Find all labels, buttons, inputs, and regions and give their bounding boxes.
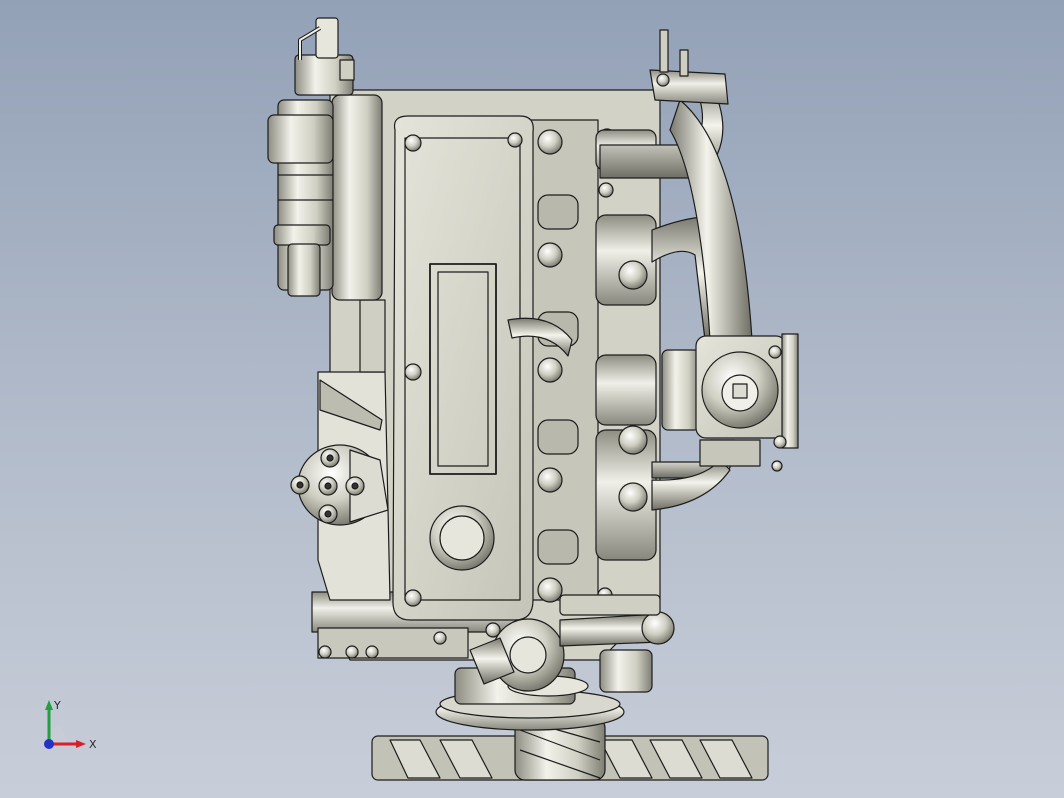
sensor-bracket [294, 17, 355, 96]
cad-viewport[interactable]: Y X [0, 0, 1064, 798]
x-axis-label: X [89, 738, 97, 751]
throttle-body [661, 333, 799, 472]
axis-triad: Y X [44, 699, 97, 751]
y-axis-label: Y [53, 699, 61, 712]
x-arrow-icon [76, 740, 86, 748]
y-arrow-icon [45, 700, 53, 710]
starter-motor [267, 94, 383, 301]
exhaust-flange [649, 29, 729, 105]
engine-model[interactable] [0, 0, 1064, 798]
z-axis-icon [44, 739, 54, 749]
